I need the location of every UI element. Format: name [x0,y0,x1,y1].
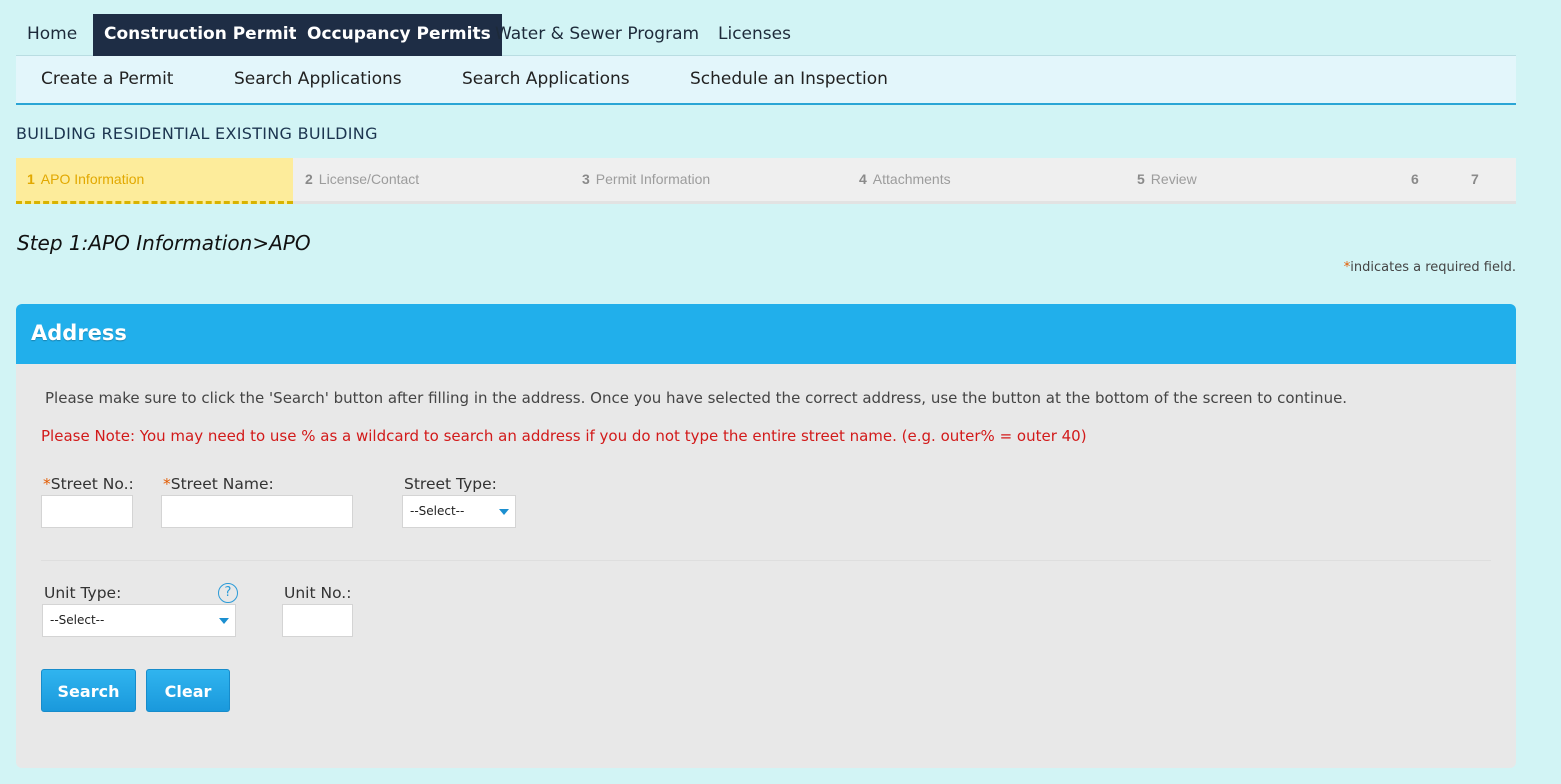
step-label: Attachments [872,171,951,187]
chevron-down-icon [499,509,509,515]
step-progress-bar: 1 APO Information 2 License/Contact 3 Permi… [16,158,1516,204]
street-type-value: --Select-- [410,504,465,518]
step-label: Permit Information [595,171,711,187]
address-instructions: Please make sure to click the 'Search' b… [45,389,1348,407]
step-5: 5 Review [1137,158,1197,201]
subnav-search-applications-2[interactable]: Search Applications [462,56,630,103]
street-no-label: *Street No.: [43,475,134,493]
street-name-label-text: Street Name: [170,475,274,493]
step-number: 2 [305,171,313,187]
step-6: 6 [1411,158,1425,201]
step-label: License/Contact [318,171,420,187]
address-panel-title: Address [16,304,1516,364]
subnav-search-applications[interactable]: Search Applications [234,56,402,103]
unit-type-label: Unit Type: [44,584,122,602]
required-field-note: *indicates a required field. [1344,260,1516,275]
subnav-schedule-inspection[interactable]: Schedule an Inspection [690,56,888,103]
help-icon[interactable]: ? [218,583,238,603]
street-no-label-text: Street No.: [50,475,134,493]
subnav-create-permit[interactable]: Create a Permit [41,56,173,103]
step-label: Review [1150,171,1197,187]
step-number: 7 [1471,171,1479,187]
chevron-down-icon [219,618,229,624]
step-4: 4 Attachments [859,158,951,201]
wildcard-note: Please Note: You may need to use % as a … [41,427,1087,445]
sub-navigation: Create a Permit Search Applications Sear… [16,56,1516,105]
unit-type-select[interactable]: --Select-- [42,604,236,637]
nav-tab-construction-permits-label: Construction Permits [104,24,307,44]
required-star-icon: * [43,475,51,493]
street-type-label: Street Type: [404,475,497,493]
step-title: Step 1:APO Information>APO [17,231,311,255]
required-star-icon: * [163,475,171,493]
step-7: 7 [1471,158,1485,201]
unit-no-input[interactable] [282,604,353,637]
nav-tab-water-sewer-program[interactable]: Water & Sewer Program [484,14,710,56]
nav-tab-occupancy-permits[interactable]: Occupancy Permits [296,14,502,56]
street-name-input[interactable] [161,495,353,528]
nav-tab-home[interactable]: Home [16,14,88,56]
step-number: 4 [859,171,867,187]
nav-tab-licenses[interactable]: Licenses [707,14,802,56]
step-label: APO Information [40,171,145,187]
unit-no-label: Unit No.: [284,584,352,602]
required-note-text: indicates a required field. [1350,260,1516,275]
step-number: 1 [27,171,35,187]
record-type-title: BUILDING RESIDENTIAL EXISTING BUILDING [16,124,378,143]
nav-tab-construction-permits[interactable]: Construction Permits [93,14,318,62]
step-number: 3 [582,171,590,187]
street-no-input[interactable] [41,495,133,528]
street-name-label: *Street Name: [163,475,274,493]
step-2: 2 License/Contact [305,158,419,201]
unit-type-value: --Select-- [50,613,105,627]
row-divider [41,560,1491,561]
step-1: 1 APO Information [16,158,293,204]
address-panel: Address Please make sure to click the 'S… [16,304,1516,768]
clear-button[interactable]: Clear [146,669,230,712]
step-number: 6 [1411,171,1419,187]
top-navigation: Home Construction Permits Occupancy Perm… [16,14,1516,62]
search-button[interactable]: Search [41,669,136,712]
step-number: 5 [1137,171,1145,187]
street-type-select[interactable]: --Select-- [402,495,516,528]
step-3: 3 Permit Information [582,158,710,201]
